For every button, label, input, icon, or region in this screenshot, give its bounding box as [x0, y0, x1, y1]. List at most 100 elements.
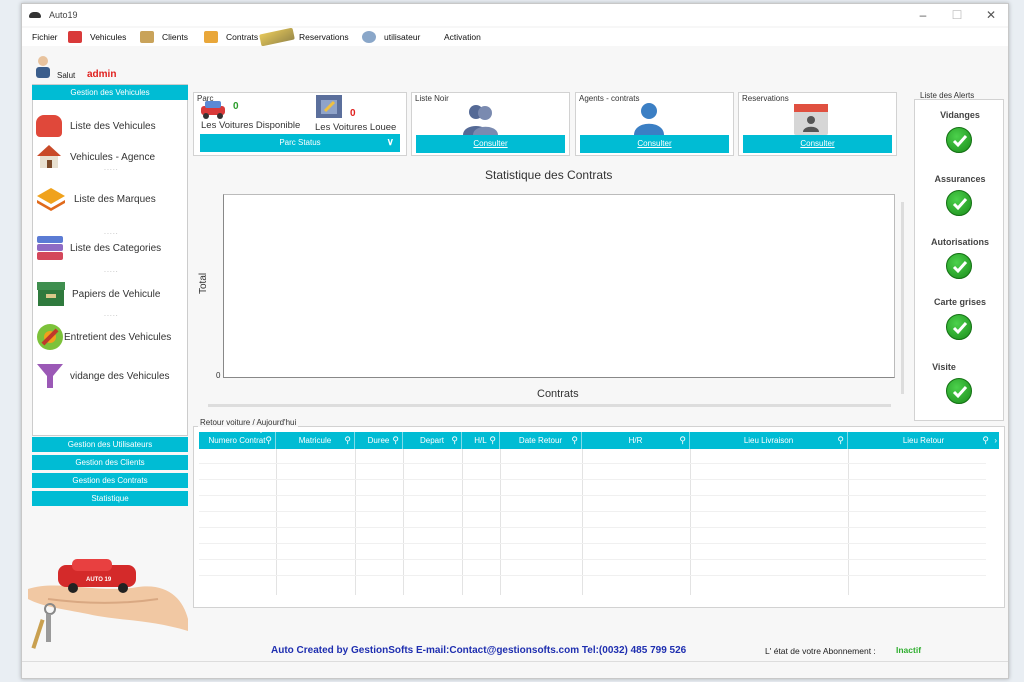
- col-hr[interactable]: H/R ⚲: [582, 432, 690, 449]
- search-icon[interactable]: ⚲: [679, 432, 686, 449]
- sidebar-item-vehicules-agence[interactable]: Vehicules - Agence: [36, 144, 155, 170]
- rented-label: Les Voitures Louee: [315, 122, 397, 133]
- window-title: Auto19: [49, 10, 78, 20]
- sidebar-item-liste-vehicules[interactable]: Liste des Vehicules: [36, 115, 156, 137]
- search-icon[interactable]: ⚲: [265, 432, 272, 449]
- sidebar-item-liste-marques[interactable]: Liste des Marques: [36, 186, 156, 212]
- col-date-retour-label: Date Retour: [518, 436, 563, 445]
- menu-utilisateur[interactable]: utilisateur: [362, 31, 420, 43]
- car-icon: [36, 115, 62, 137]
- row-divider: [199, 495, 986, 496]
- search-icon[interactable]: ⚲: [392, 432, 399, 449]
- sidebar-item-entretient-vehicules[interactable]: Entretient des Vehicules: [36, 323, 171, 351]
- parc-panel: Parc 0 Les Voitures Disponible 0 Les Voi…: [193, 92, 407, 156]
- column-divider: [403, 449, 404, 595]
- menu-vehicules[interactable]: Vehicules: [68, 31, 126, 43]
- available-label: Les Voitures Disponible: [201, 120, 301, 131]
- search-icon[interactable]: ⚲: [982, 432, 989, 449]
- menu-fichier[interactable]: Fichier: [32, 32, 58, 42]
- col-lieu-retour-label: Lieu Retour: [902, 436, 945, 445]
- chart-y-tick: 0: [216, 371, 221, 380]
- parc-status-dropdown[interactable]: Parc Status ∨: [200, 134, 400, 152]
- alert-visite-label: Visite: [932, 362, 956, 372]
- col-lieu-livraison[interactable]: Lieu Livraison ⚲: [690, 432, 848, 449]
- search-icon[interactable]: ⚲: [837, 432, 844, 449]
- app-car-icon: [29, 12, 41, 18]
- clients-icon: [140, 31, 154, 43]
- sidebar-item-label: Papiers de Vehicule: [72, 288, 161, 300]
- sidebar-item-label: Liste des Vehicules: [70, 120, 156, 132]
- col-matricule[interactable]: Matricule ⚲: [276, 432, 355, 449]
- username-label: admin: [87, 69, 117, 80]
- search-icon[interactable]: ⚲: [451, 432, 458, 449]
- gestion-utilisateurs-button[interactable]: Gestion des Utilisateurs: [32, 437, 188, 452]
- liste-noir-consulter-button[interactable]: Consulter: [416, 135, 565, 153]
- column-divider: [462, 449, 463, 595]
- col-hl[interactable]: H/L ⚲: [462, 432, 500, 449]
- vidanges-check-icon[interactable]: [946, 127, 972, 153]
- chart-horizontal-scrollbar[interactable]: [208, 404, 891, 407]
- sidebar-item-label: Vehicules - Agence: [70, 151, 156, 163]
- menu-contrats-label: Contrats: [226, 32, 259, 42]
- chevron-right-icon[interactable]: ›: [994, 432, 997, 449]
- menu-activation[interactable]: Activation: [444, 32, 481, 42]
- autorisations-check-icon[interactable]: [946, 253, 972, 279]
- row-divider: [199, 479, 986, 480]
- column-divider: [848, 449, 849, 595]
- col-lieu-retour[interactable]: Lieu Retour ⚲ ›: [848, 432, 999, 449]
- app-window: Auto19 – ☐ ✕ Fichier Vehicules Clients C…: [21, 3, 1009, 679]
- sidebar-item-vidange-vehicules[interactable]: vidange des Vehicules: [36, 362, 170, 390]
- column-divider: [582, 449, 583, 595]
- reservations-title: Reservations: [742, 94, 789, 103]
- statistique-button[interactable]: Statistique: [32, 491, 188, 506]
- subscription-status: Inactif: [896, 645, 922, 655]
- chevron-down-icon: ∨: [386, 137, 394, 148]
- chart-y-axis-label: Total: [198, 272, 209, 294]
- menu-contrats[interactable]: Contrats: [204, 27, 296, 47]
- reservations-panel: Reservations Consulter: [738, 92, 897, 156]
- visite-check-icon[interactable]: [946, 378, 972, 404]
- assurances-check-icon[interactable]: [946, 190, 972, 216]
- alert-vidanges-label: Vidanges: [940, 110, 980, 120]
- col-date-retour[interactable]: Date Retour ⚲: [500, 432, 582, 449]
- agents-contrats-panel: Agents - contrats Consulter: [575, 92, 734, 156]
- menu-reservations[interactable]: Reservations: [299, 32, 349, 42]
- gestion-clients-button[interactable]: Gestion des Clients: [32, 455, 188, 470]
- col-depart[interactable]: Depart ⚲: [403, 432, 462, 449]
- subscription-label: L' état de votre Abonnement :: [765, 646, 876, 656]
- row-divider: [199, 543, 986, 544]
- sidebar-item-liste-categories[interactable]: Liste des Categories: [36, 234, 161, 262]
- carte-grises-check-icon[interactable]: [946, 314, 972, 340]
- sidebar-separator: .....: [104, 165, 119, 172]
- agents-contrats-consulter-button[interactable]: Consulter: [580, 135, 729, 153]
- search-icon[interactable]: ⚲: [344, 432, 351, 449]
- check-icon: [952, 135, 968, 148]
- maximize-button[interactable]: ☐: [940, 4, 974, 26]
- col-hr-label: H/R: [628, 436, 643, 445]
- minimize-button[interactable]: –: [906, 4, 940, 26]
- chart-x-axis-label: Contrats: [537, 388, 579, 400]
- close-button[interactable]: ✕: [974, 4, 1008, 26]
- col-numero-contrat-label: Numero Contrat: [208, 436, 266, 445]
- menu-fichier-label: Fichier: [32, 32, 58, 42]
- gestion-contrats-button[interactable]: Gestion des Contrats: [32, 473, 188, 488]
- col-duree-label: Duree: [367, 436, 390, 445]
- sidebar-separator: .....: [104, 267, 119, 274]
- rented-count: 0: [350, 108, 356, 119]
- box-icon: [37, 282, 65, 306]
- col-duree[interactable]: Duree ⚲: [355, 432, 403, 449]
- row-divider: [199, 575, 986, 576]
- sidebar-header-gestion-vehicules[interactable]: Gestion des Vehicules: [32, 85, 188, 100]
- sidebar-item-label: vidange des Vehicules: [70, 370, 170, 382]
- column-divider: [355, 449, 356, 595]
- col-numero-contrat[interactable]: Numero Contrat ˆ ⚲: [199, 432, 276, 449]
- check-icon: [952, 386, 968, 399]
- status-bar-divider: [22, 661, 1008, 662]
- menu-clients[interactable]: Clients: [140, 31, 188, 43]
- search-icon[interactable]: ⚲: [489, 432, 496, 449]
- car-icon: [68, 31, 82, 43]
- sidebar-item-papiers-vehicule[interactable]: Papiers de Vehicule: [36, 280, 160, 308]
- search-icon[interactable]: ⚲: [571, 432, 578, 449]
- chart-title: Statistique des Contrats: [485, 168, 613, 182]
- reservations-consulter-button[interactable]: Consulter: [743, 135, 892, 153]
